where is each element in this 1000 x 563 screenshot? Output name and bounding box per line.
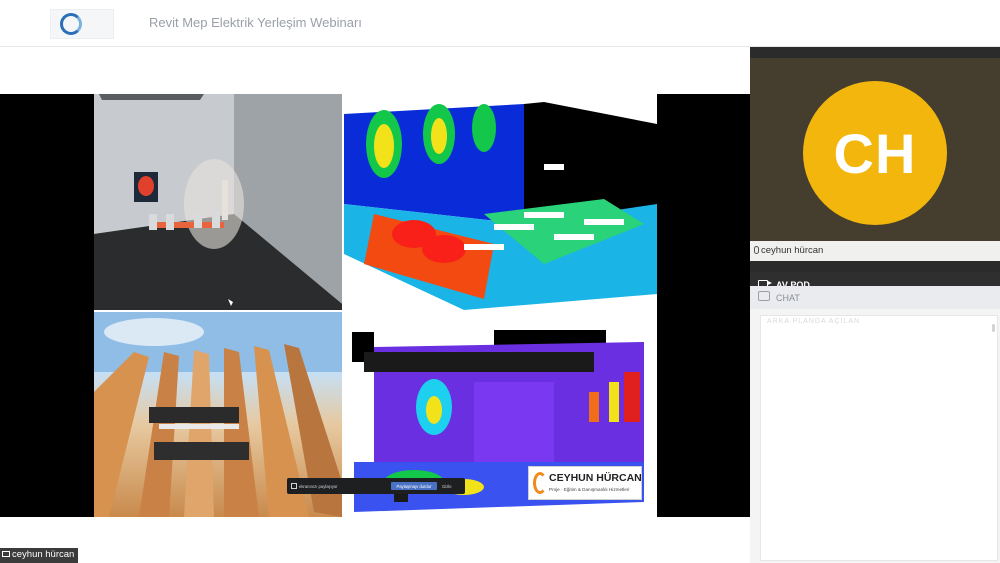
slide-photo-gallery-room bbox=[94, 94, 342, 310]
video-participant-label: ceyhun hürcan bbox=[750, 241, 1000, 261]
share-notice-icon bbox=[291, 483, 297, 489]
stop-sharing-button[interactable]: Paylaşmayı durdur bbox=[391, 482, 437, 490]
app-header: Revit Mep Elektrik Yerleşim Webinarı bbox=[0, 0, 1000, 47]
share-bottom-margin bbox=[0, 517, 750, 563]
microphone-icon bbox=[754, 246, 759, 254]
logo-emblem-icon bbox=[60, 13, 82, 35]
right-pods-column: CH ceyhun hürcan AV POD CHAT ARKA PLANDA… bbox=[750, 47, 1000, 563]
video-participant-name: ceyhun hürcan bbox=[761, 245, 824, 256]
chat-faint-text: ARKA PLANDA AÇILAN bbox=[767, 318, 861, 325]
organization-logo bbox=[50, 9, 114, 39]
screen-share-toast: ekranınızı paylaşıyor Paylaşmayı durdur … bbox=[287, 478, 465, 494]
video-pod: CH bbox=[750, 47, 1000, 261]
presenter-name-tag: ceyhun hürcan bbox=[0, 548, 79, 563]
gallery-room-illustration bbox=[94, 94, 342, 310]
watermark-subtitle: Proje · Eğitim & Danışmanlık Hizmetleri bbox=[549, 487, 630, 492]
pod-divider bbox=[750, 261, 1000, 272]
meeting-title: Revit Mep Elektrik Yerleşim Webinarı bbox=[149, 15, 362, 30]
share-top-margin bbox=[0, 47, 750, 94]
chat-scrollbar[interactable] bbox=[992, 324, 995, 332]
shared-slide: CEYHUN HÜRCAN Proje · Eğitim & Danışmanl… bbox=[94, 94, 657, 517]
chat-pod-title: CHAT bbox=[776, 293, 800, 303]
watermark-logo-icon bbox=[533, 472, 547, 494]
chat-message-area[interactable]: ARKA PLANDA AÇILAN bbox=[760, 315, 998, 561]
watermark-name: CEYHUN HÜRCAN bbox=[549, 472, 642, 484]
presenter-name: ceyhun hürcan bbox=[12, 549, 75, 560]
hide-share-bar-button[interactable]: Gizle bbox=[442, 484, 452, 489]
participant-avatar: CH bbox=[803, 81, 947, 225]
meeting-window: Revit Mep Elektrik Yerleşim Webinarı CEY… bbox=[0, 0, 1000, 563]
chat-pod-header[interactable]: CHAT bbox=[750, 286, 1000, 309]
chat-icon bbox=[758, 291, 770, 301]
slide-lighting-heatmap-room bbox=[344, 94, 657, 310]
presenter-screen-icon bbox=[2, 551, 10, 557]
share-notice-text: ekranınızı paylaşıyor bbox=[299, 484, 338, 489]
lighting-simulation-illustration bbox=[344, 102, 657, 310]
presenter-watermark: CEYHUN HÜRCAN Proje · Eğitim & Danışmanl… bbox=[528, 466, 642, 500]
